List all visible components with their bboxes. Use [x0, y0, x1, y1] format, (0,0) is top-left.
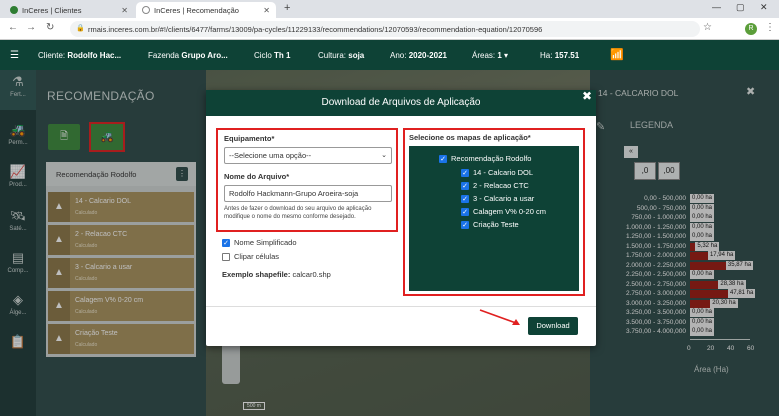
equipment-select[interactable]: --Selecione uma opção-- ⌄ [224, 147, 392, 164]
areas-selector[interactable]: Áreas: 1 ▾ [472, 51, 508, 60]
checkbox-checked-icon: ✓ [439, 154, 447, 163]
map-checkbox[interactable]: ✓ 14 - Calcario DOL [461, 168, 533, 177]
tab-label: InCeres | Recomendação [154, 5, 239, 15]
chevron-down-icon: ⌄ [381, 152, 387, 159]
download-button[interactable]: Download [528, 317, 578, 335]
equipment-label: Equipamento* [224, 134, 275, 143]
crop-field: Cultura: soja [318, 51, 365, 60]
bookmark-star-icon[interactable]: ☆ [703, 22, 712, 33]
url-input[interactable]: 🔒 rmais.inceres.com.br/#!/clients/6477/f… [70, 21, 700, 37]
favicon-icon [142, 6, 150, 14]
lock-icon: 🔒 [76, 25, 85, 32]
close-tab-icon[interactable]: ✕ [121, 6, 128, 15]
profile-avatar[interactable]: R [745, 23, 757, 35]
download-modal: Download de Arquivos de Aplicação ✖ Equi… [206, 89, 596, 346]
checkbox-checked-icon: ✓ [461, 207, 469, 216]
browser-tab-bar: InCeres | Clientes ✕ InCeres | Recomenda… [0, 0, 779, 18]
new-tab-button[interactable]: + [284, 2, 290, 14]
client-selector[interactable]: Cliente: Rodolfo Hac... [38, 51, 121, 60]
checkbox-checked-icon: ✓ [461, 168, 469, 177]
clip-cells-checkbox[interactable]: Clipar células [222, 252, 279, 261]
simplified-name-checkbox[interactable]: ✓ Nome Simplificado [222, 238, 297, 247]
maps-section: Selecione os mapas de aplicação* ✓ Recom… [403, 128, 585, 296]
maximize-button[interactable]: ▢ [736, 2, 745, 13]
app-header: ☰ Cliente: Rodolfo Hac... Fazenda Grupo … [0, 40, 779, 70]
reload-icon[interactable]: ↻ [46, 22, 54, 33]
checkbox-unchecked-icon [222, 252, 230, 261]
map-checkbox[interactable]: ✓ 2 - Relacao CTC [461, 181, 529, 190]
wifi-icon: 📶 [610, 49, 624, 61]
checkbox-checked-icon: ✓ [461, 194, 469, 203]
favicon-icon [10, 6, 18, 14]
browser-tab-recommendation[interactable]: InCeres | Recomendação ✕ [136, 2, 276, 18]
tab-label: InCeres | Clientes [22, 5, 82, 15]
address-bar: ← → ↻ 🔒 rmais.inceres.com.br/#!/clients/… [0, 18, 779, 40]
farm-selector[interactable]: Fazenda Grupo Aro... [148, 51, 228, 60]
modal-title: Download de Arquivos de Aplicação [206, 90, 596, 116]
hectares-field: Ha: 157.51 [540, 51, 580, 60]
url-text: rmais.inceres.com.br/#!/clients/6477/far… [88, 24, 543, 34]
arrow-annotation [479, 309, 520, 325]
maps-list: ✓ Recomendação Rodolfo ✓ 14 - Calcario D… [409, 146, 579, 291]
checkbox-checked-icon: ✓ [461, 181, 469, 190]
equipment-section: Equipamento* --Selecione uma opção-- ⌄ N… [216, 128, 398, 232]
checkbox-checked-icon: ✓ [222, 238, 230, 247]
map-checkbox[interactable]: ✓ 3 - Calcario a usar [461, 194, 534, 203]
year-field: Ano: 2020-2021 [390, 51, 447, 60]
minimize-button[interactable]: — [712, 2, 721, 12]
hamburger-menu-icon[interactable]: ☰ [10, 50, 19, 61]
filename-help-text: Antes de fazer o download do seu arquivo… [224, 206, 372, 220]
maps-title: Selecione os mapas de aplicação* [409, 133, 531, 142]
map-checkbox[interactable]: ✓ Calagem V% 0-20 cm [461, 207, 546, 216]
maps-group-checkbox[interactable]: ✓ Recomendação Rodolfo [439, 154, 531, 163]
checkbox-checked-icon: ✓ [461, 220, 469, 229]
filename-label: Nome do Arquivo* [224, 172, 290, 181]
modal-footer-divider [206, 306, 596, 307]
browser-tab-clients[interactable]: InCeres | Clientes ✕ [4, 2, 134, 18]
cycle-selector[interactable]: Ciclo Th 1 [254, 51, 290, 60]
close-tab-icon[interactable]: ✕ [263, 6, 270, 15]
filename-input[interactable]: Rodolfo Hackmann-Grupo Aroeira-soja [224, 185, 392, 202]
back-icon[interactable]: ← [8, 22, 18, 33]
browser-menu-icon[interactable]: ⋮ [765, 22, 775, 33]
forward-icon[interactable]: → [26, 22, 36, 33]
close-icon[interactable]: ✖ [582, 89, 592, 103]
close-window-button[interactable]: ✕ [760, 2, 768, 13]
map-checkbox[interactable]: ✓ Criação Teste [461, 220, 519, 229]
shapefile-example: Exemplo shapefile: calcar0.shp [222, 270, 331, 279]
